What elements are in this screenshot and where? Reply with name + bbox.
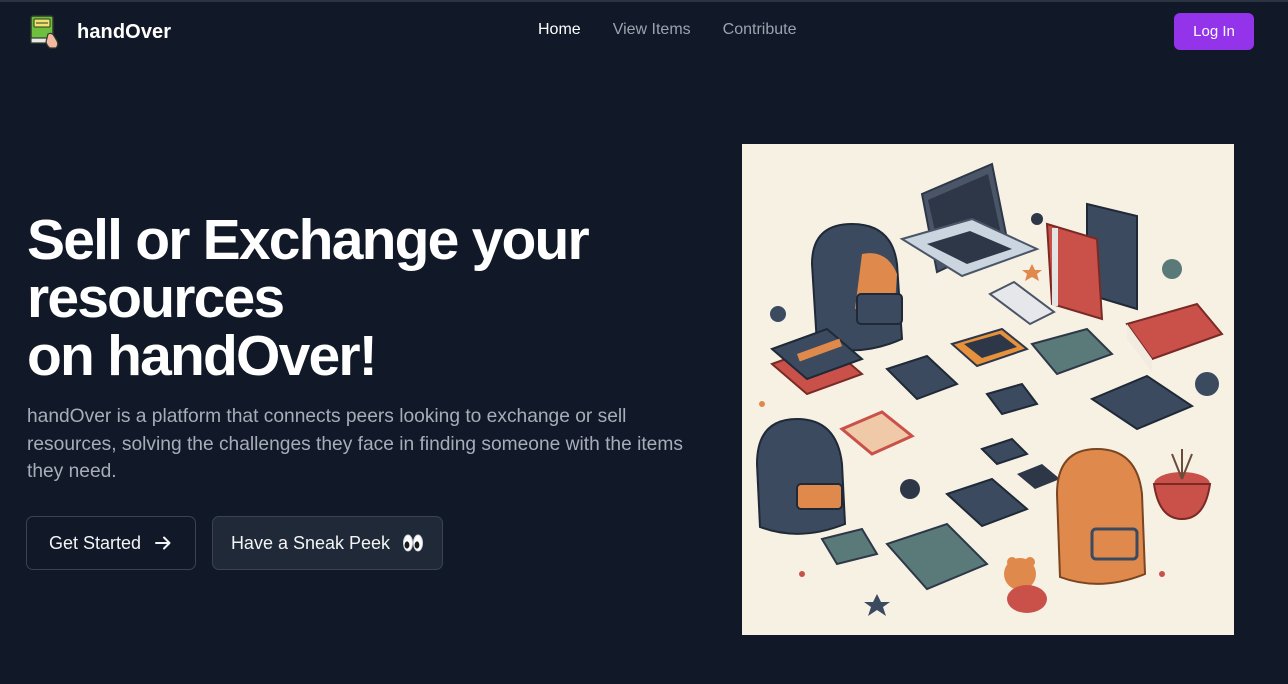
calculator-icon [949,327,1030,368]
book-hand-logo-icon [28,14,64,50]
notebook-icon [839,410,915,456]
login-button[interactable]: Log In [1174,13,1254,50]
book-icon [1030,327,1114,376]
hero-title-line: on handOver! [27,324,378,388]
book-stack-icon [1045,202,1138,321]
book-icon [885,354,959,401]
brand[interactable]: handOver [28,14,171,50]
sneak-peek-button[interactable]: Have a Sneak Peek [212,516,443,570]
book-icon [820,527,879,566]
hero-title: Sell or Exchange your resources on handO… [27,211,687,385]
calculator-icon [1017,464,1060,489]
nav-contribute[interactable]: Contribute [723,21,797,39]
phone-icon [988,280,1056,326]
backpack-icon [755,417,847,535]
calculator-icon [980,437,1029,466]
hero-title-line: resources [27,266,285,330]
device-icon [985,382,1039,416]
eyes-icon [402,533,424,553]
backpack-icon [1055,447,1147,585]
plant-pot-icon [1152,449,1212,521]
book-icon [1089,374,1195,431]
navbar: handOver Home View Items Contribute Log … [0,2,1288,62]
get-started-button[interactable]: Get Started [26,516,196,570]
nav-view-items[interactable]: View Items [613,21,691,39]
brand-name: handOver [77,20,172,43]
nav-home[interactable]: Home [538,21,581,39]
arrow-right-icon [153,533,173,553]
teddy-bear-icon [1004,557,1047,613]
laptop-icon [899,162,1040,278]
book-icon [1125,302,1224,372]
main-nav: Home View Items Contribute [538,21,828,39]
sneak-peek-label: Have a Sneak Peek [230,532,391,553]
hero-description: handOver is a platform that connects pee… [27,406,683,482]
get-started-label: Get Started [48,532,142,553]
book-icon [945,477,1029,528]
book-icon [885,522,989,591]
hero-title-line: Sell or Exchange your [27,208,590,272]
study-supplies-illustration [742,144,1234,635]
